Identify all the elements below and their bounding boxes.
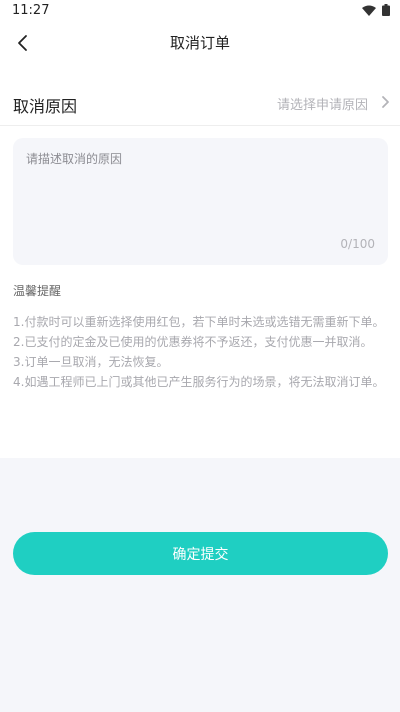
wifi-icon [362, 5, 376, 16]
page-title: 取消订单 [169, 34, 230, 52]
tip-item: 3.订单一旦取消，无法恢复。 [13, 355, 169, 369]
status-time: 11:27 [12, 3, 50, 18]
tip-item: 2.已支付的定金及已使用的优惠券将不予返还，支付优惠一并取消。 [13, 335, 373, 349]
nav-bar: 取消订单 [0, 20, 400, 66]
battery-icon [382, 4, 390, 16]
tip-item: 1.付款时可以重新选择使用红包，若下单时未选或选错无需重新下单。 [13, 315, 385, 329]
chevron-right-icon [382, 96, 389, 108]
char-counter: 0/100 [340, 237, 375, 251]
reason-selector[interactable]: 取消原因 请选择申请原因 [0, 66, 400, 126]
tip-item: 4.如遇工程师已上门或其他已产生服务行为的场景，将无法取消订单。 [13, 375, 385, 389]
description-input[interactable] [13, 138, 388, 265]
reason-placeholder: 请选择申请原因 [276, 98, 368, 113]
tips-title: 温馨提醒 [13, 284, 62, 298]
reason-label: 取消原因 [13, 97, 78, 116]
confirm-submit-button[interactable]: 确定提交 [13, 532, 388, 575]
description-box: 0/100 [13, 138, 388, 265]
cancel-form-panel: 取消原因 请选择申请原因 0/100 温馨提醒 1.付款时可以重新选择使用红包，… [0, 66, 400, 458]
status-bar: 11:27 [0, 0, 400, 20]
status-icons [362, 4, 390, 16]
tips-list: 1.付款时可以重新选择使用红包，若下单时未选或选错无需重新下单。 2.已支付的定… [13, 312, 388, 392]
